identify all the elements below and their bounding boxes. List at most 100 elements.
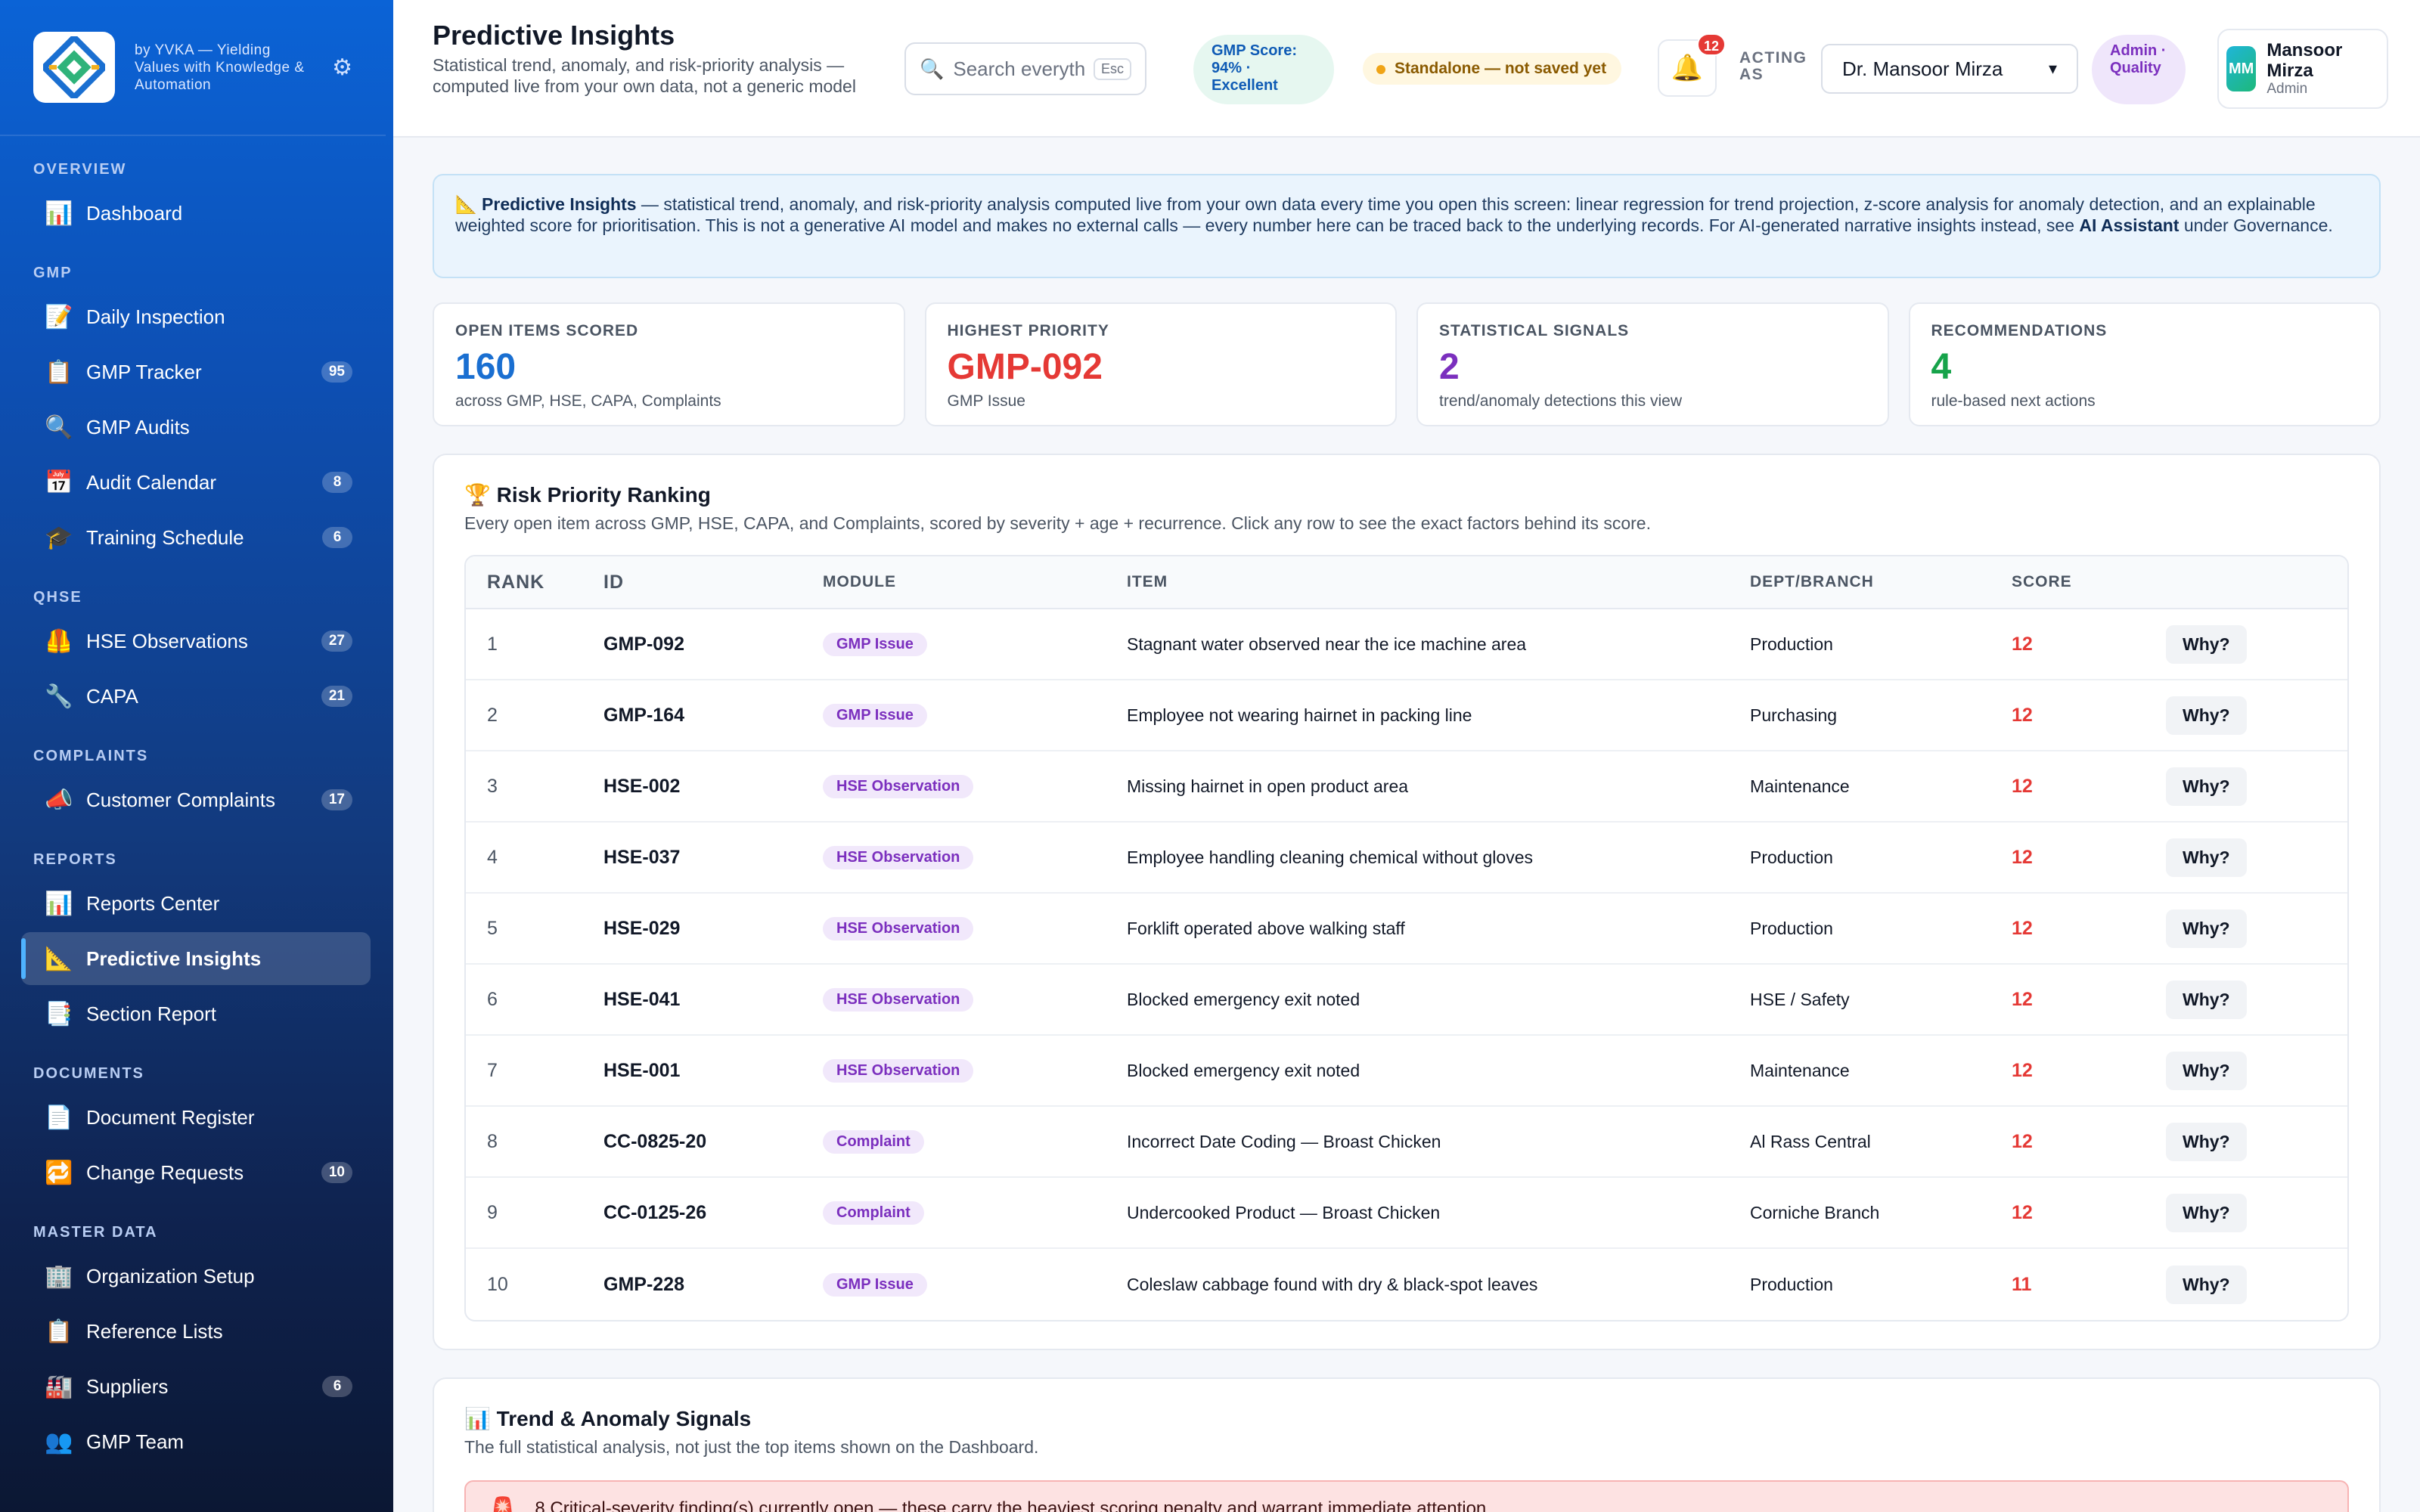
suppliers-icon: 🏭 — [45, 1374, 73, 1399]
sidebar-item-label: Organization Setup — [86, 1264, 255, 1287]
why-button[interactable]: Why? — [2166, 1122, 2247, 1161]
stat-subtext: trend/anomaly detections this view — [1439, 392, 1682, 410]
stat-card-recommendations: RECOMMENDATIONS 4 rule-based next actions — [1908, 302, 2381, 426]
cell-rank: 5 — [487, 917, 498, 939]
cell-module: GMP Issue — [823, 632, 1127, 656]
cell-rank: 10 — [487, 1273, 508, 1295]
column-header-rank[interactable]: RANK — [466, 572, 603, 593]
risk-priority-subtitle: Every open item across GMP, HSE, CAPA, a… — [464, 513, 1651, 533]
risk-priority-title: 🏆 Risk Priority Ranking — [464, 482, 2349, 507]
column-header-module[interactable]: MODULE — [823, 573, 1127, 591]
cell-rank: 9 — [487, 1201, 498, 1223]
table-row[interactable]: 4 HSE-037 HSE Observation Employee handling… — [466, 823, 2347, 894]
module-pill: HSE Observation — [823, 774, 974, 798]
why-button[interactable]: Why? — [2166, 624, 2247, 664]
sidebar-item-section-report[interactable]: 📑 Section Report — [21, 987, 371, 1040]
sidebar-item-dashboard[interactable]: 📊 Dashboard — [21, 187, 371, 240]
table-row[interactable]: 1 GMP-092 GMP Issue Stagnant water observed… — [466, 609, 2347, 680]
ai-assistant-link[interactable]: AI Assistant — [2079, 215, 2179, 235]
settings-gear-icon[interactable]: ⚙ — [332, 54, 352, 81]
why-button[interactable]: Why? — [2166, 909, 2247, 948]
notifications-button[interactable]: 🔔 12 — [1658, 33, 1726, 97]
cell-dept: Maintenance — [1750, 1060, 1850, 1080]
section-report-icon: 📑 — [45, 1001, 73, 1027]
sidebar-item-hse-observations[interactable]: 🦺 HSE Observations 27 — [21, 615, 371, 668]
table-row[interactable]: 10 GMP-228 GMP Issue Coleslaw cabbage found… — [466, 1249, 2347, 1320]
why-button[interactable]: Why? — [2166, 838, 2247, 877]
page-subtitle: Statistical trend, anomaly, and risk-pri… — [433, 55, 856, 96]
sidebar-item-label: Reference Lists — [86, 1319, 223, 1343]
user-role: Admin — [2266, 81, 2308, 97]
sidebar-item-gmp-audits[interactable]: 🔍 GMP Audits — [21, 401, 371, 454]
stat-label: RECOMMENDATIONS — [1931, 322, 2108, 339]
daily-inspection-icon: 📝 — [45, 304, 73, 330]
table-row[interactable]: 2 GMP-164 GMP Issue Employee not wearing ha… — [466, 680, 2347, 751]
module-pill: Complaint — [823, 1129, 924, 1154]
sidebar-item-gmp-tracker[interactable]: 📋 GMP Tracker 95 — [21, 345, 371, 398]
app-logo[interactable] — [33, 32, 115, 103]
sidebar-item-label: Daily Inspection — [86, 305, 225, 328]
why-button[interactable]: Why? — [2166, 980, 2247, 1019]
table-header: RANK ID MODULE ITEM DEPT/BRANCH SCORE — [466, 556, 2347, 609]
info-banner: 📐 Predictive Insights — statistical tren… — [433, 174, 2381, 278]
user-menu[interactable]: MM Mansoor Mirza Admin — [2217, 29, 2388, 109]
top-header: Predictive Insights Statistical trend, a… — [393, 0, 2420, 138]
sidebar-item-training-schedule[interactable]: 🎓 Training Schedule 6 — [21, 511, 371, 564]
cell-id: GMP-092 — [603, 633, 684, 655]
logo-mark — [43, 36, 105, 98]
why-button[interactable]: Why? — [2166, 1193, 2247, 1232]
table-row[interactable]: 6 HSE-041 HSE Observation Blocked emergency… — [466, 965, 2347, 1036]
predictive-insights-icon: 📐 — [45, 946, 73, 971]
table-row[interactable]: 7 HSE-001 HSE Observation Blocked emergency… — [466, 1036, 2347, 1107]
sidebar-item-predictive-insights[interactable]: 📐 Predictive Insights — [21, 932, 371, 985]
why-button[interactable]: Why? — [2166, 1265, 2247, 1304]
search-input[interactable]: 🔍 Search everyth Esc — [904, 42, 1146, 95]
brand-tagline: by YVKA — Yielding Values with Knowledge… — [135, 42, 305, 93]
table-row[interactable]: 3 HSE-002 HSE Observation Missing hairnet i… — [466, 751, 2347, 823]
cell-module: HSE Observation — [823, 845, 1127, 869]
cell-dept: Corniche Branch — [1750, 1202, 1880, 1222]
sidebar-item-customer-complaints[interactable]: 📣 Customer Complaints 17 — [21, 773, 371, 826]
cell-id: HSE-001 — [603, 1059, 681, 1081]
cell-item: Coleslaw cabbage found with dry & black-… — [1127, 1274, 1538, 1294]
cell-dept: Al Rass Central — [1750, 1131, 1871, 1151]
cell-module: Complaint — [823, 1201, 1127, 1225]
why-button[interactable]: Why? — [2166, 696, 2247, 735]
column-header-id[interactable]: ID — [603, 572, 823, 593]
column-header-item[interactable]: ITEM — [1127, 573, 1750, 591]
sidebar: by YVKA — Yielding Values with Knowledge… — [0, 0, 393, 1512]
sidebar-item-audit-calendar[interactable]: 📅 Audit Calendar 8 — [21, 456, 371, 509]
table-row[interactable]: 9 CC-0125-26 Complaint Undercooked Product … — [466, 1178, 2347, 1249]
stat-value: 2 — [1439, 347, 1460, 387]
nav-section-documents: DOCUMENTS — [33, 1065, 144, 1082]
cell-action: Why? — [2166, 1122, 2347, 1161]
sidebar-item-organization-setup[interactable]: 🏢 Organization Setup — [21, 1250, 371, 1303]
sidebar-item-change-requests[interactable]: 🔁 Change Requests 10 — [21, 1146, 371, 1199]
sidebar-item-daily-inspection[interactable]: 📝 Daily Inspection — [21, 290, 371, 343]
table-body: 1 GMP-092 GMP Issue Stagnant water observed… — [466, 609, 2347, 1320]
acting-as-select[interactable]: Dr. Mansoor Mirza ▾ — [1821, 44, 2078, 94]
stat-cards: OPEN ITEMS SCORED 160 across GMP, HSE, CAP… — [433, 302, 2381, 426]
sidebar-item-capa[interactable]: 🔧 CAPA 21 — [21, 670, 371, 723]
stat-subtext: GMP Issue — [947, 392, 1025, 410]
table-row[interactable]: 5 HSE-029 HSE Observation Forklift operated… — [466, 894, 2347, 965]
column-header-dept[interactable]: DEPT/BRANCH — [1750, 573, 2012, 591]
cell-item: Stagnant water observed near the ice mac… — [1127, 634, 1527, 654]
sidebar-item-reports-center[interactable]: 📊 Reports Center — [21, 877, 371, 930]
sidebar-item-suppliers[interactable]: 🏭 Suppliers 6 — [21, 1360, 371, 1413]
sidebar-item-document-register[interactable]: 📄 Document Register — [21, 1091, 371, 1144]
ruler-icon: 📐 — [455, 194, 477, 214]
table-row[interactable]: 8 CC-0825-20 Complaint Incorrect Date Codin… — [466, 1107, 2347, 1178]
hse-observations-icon: 🦺 — [45, 628, 73, 654]
why-button[interactable]: Why? — [2166, 767, 2247, 806]
cell-score: 11 — [2012, 1273, 2032, 1295]
why-button[interactable]: Why? — [2166, 1051, 2247, 1090]
gmp-score-badge[interactable]: GMP Score: 94% · Excellent — [1193, 35, 1334, 104]
cell-item: Incorrect Date Coding — Broast Chicken — [1127, 1131, 1441, 1151]
column-header-score[interactable]: SCORE — [2012, 573, 2166, 591]
sidebar-item-reference-lists[interactable]: 📋 Reference Lists — [21, 1305, 371, 1358]
training-schedule-icon: 🎓 — [45, 525, 73, 550]
sidebar-item-gmp-team[interactable]: 👥 GMP Team — [21, 1415, 371, 1468]
sidebar-item-label: GMP Audits — [86, 415, 190, 438]
nav-section-complaints: COMPLAINTS — [33, 748, 149, 764]
